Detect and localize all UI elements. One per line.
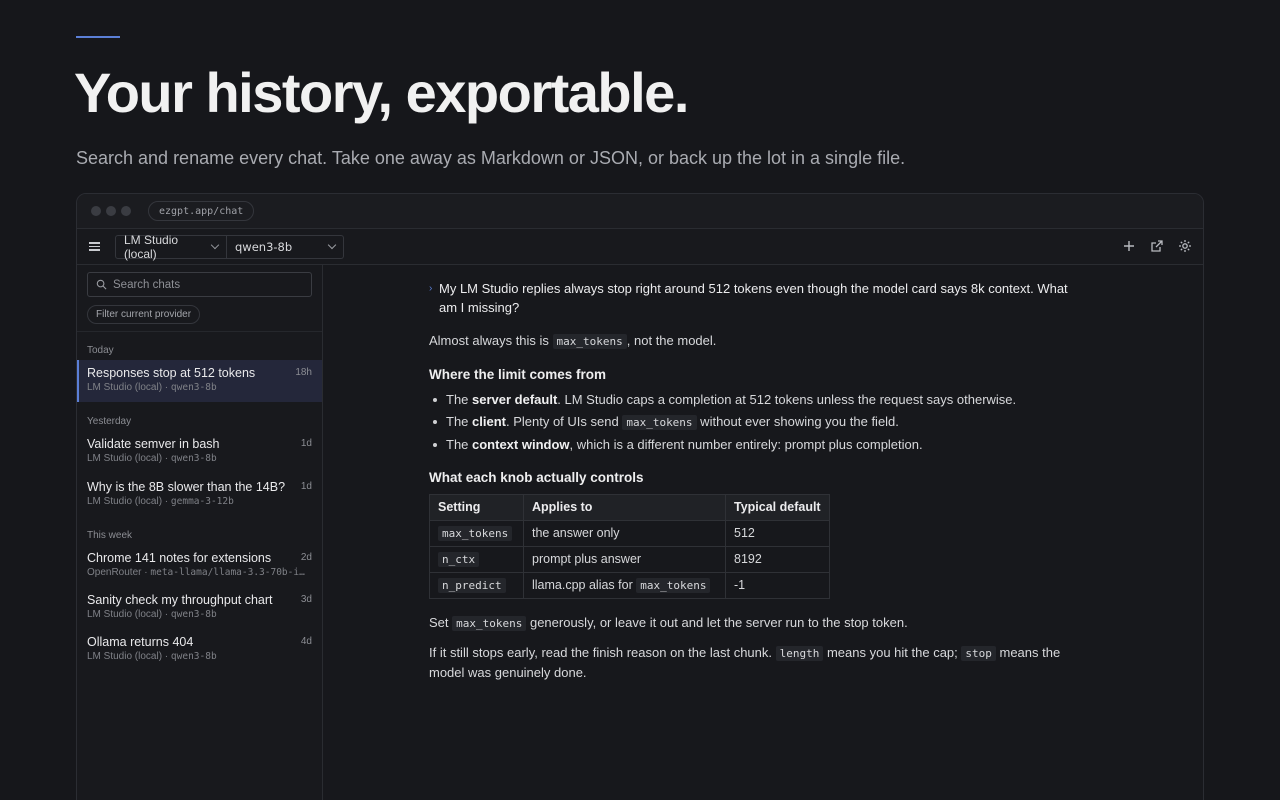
window-dot-close[interactable] — [91, 206, 101, 216]
chat-age: 1d — [300, 481, 312, 492]
plus-icon[interactable] — [1121, 238, 1137, 254]
gear-icon[interactable] — [1177, 238, 1193, 254]
chat-title: Validate semver in bash — [87, 437, 220, 451]
external-link-icon[interactable] — [1149, 238, 1165, 254]
table-cell: n_ctx — [429, 546, 524, 573]
chat-title: Responses stop at 512 tokens — [87, 366, 256, 380]
table-cell: prompt plus answer — [523, 546, 726, 573]
search-input[interactable] — [113, 278, 303, 291]
chat-age: 2d — [300, 552, 312, 563]
table-row: max_tokens the answer only 512 — [429, 520, 830, 547]
filter-provider-chip[interactable]: Filter current provider — [87, 305, 201, 324]
group-label-this-week: This week — [87, 530, 133, 541]
answer-intro: Almost always this is max_tokens, not th… — [429, 333, 717, 349]
conversation-pane: › My LM Studio replies always stop right… — [323, 265, 1203, 800]
chat-age: 4d — [300, 636, 312, 647]
chat-age: 1d — [300, 438, 312, 449]
answer-heading-1: Where the limit comes from — [429, 367, 607, 382]
table-cell: n_predict — [429, 572, 524, 599]
chat-item[interactable]: Responses stop at 512 tokens LM Studio (… — [77, 360, 322, 402]
table-row: n_ctx prompt plus answer 8192 — [429, 546, 830, 573]
address-bar[interactable]: ezgpt.app/chat — [148, 201, 255, 221]
table-header-row: Setting Applies to Typical default — [429, 494, 830, 521]
chat-age: 18h — [295, 367, 312, 378]
chat-sidebar: Filter current provider Today Responses … — [77, 265, 323, 800]
chat-title: Why is the 8B slower than the 14B? — [87, 480, 286, 494]
app-window: ezgpt.app/chat LM Studio (local) qwen3-8… — [76, 193, 1204, 800]
message-caret-icon: › — [429, 283, 433, 294]
sidebar-divider — [77, 331, 322, 332]
table-row: n_predict llama.cpp alias for max_tokens… — [429, 572, 830, 599]
chat-meta: OpenRouter · meta-llama/llama-3.3-70b-i… — [87, 567, 305, 578]
page-subtitle: Search and rename every chat. Take one a… — [76, 148, 906, 168]
chat-item[interactable]: Why is the 8B slower than the 14B? LM St… — [77, 474, 322, 516]
answer-paragraph-3: If it still stops early, read the finish… — [429, 645, 1061, 680]
chevron-down-icon — [327, 240, 337, 250]
table-cell: 512 — [725, 520, 830, 547]
app-toolbar: LM Studio (local) qwen3-8b — [77, 229, 1203, 265]
search-box[interactable] — [87, 272, 312, 297]
conversation-content: › My LM Studio replies always stop right… — [429, 279, 1089, 682]
limit-sources-list: The server default. LM Studio caps a com… — [429, 390, 1089, 454]
chevron-down-icon — [210, 240, 220, 250]
list-item: The context window, which is a different… — [429, 435, 1089, 454]
menu-icon[interactable] — [89, 239, 105, 255]
chat-meta: LM Studio (local) · qwen3-8b — [87, 609, 217, 620]
list-item: The server default. LM Studio caps a com… — [429, 390, 1089, 409]
chat-item[interactable]: Ollama returns 404 LM Studio (local) · q… — [77, 629, 322, 671]
table-header: Applies to — [523, 494, 726, 521]
chat-meta: LM Studio (local) · qwen3-8b — [87, 651, 217, 662]
model-select-value: qwen3-8b — [235, 239, 293, 254]
user-message: › My LM Studio replies always stop right… — [429, 281, 1068, 315]
group-label-yesterday: Yesterday — [87, 416, 132, 427]
model-select[interactable]: qwen3-8b — [227, 234, 344, 259]
table-cell: llama.cpp alias for max_tokens — [523, 572, 726, 599]
answer-heading-2: What each knob actually controls — [429, 470, 644, 485]
page-title: Your history, exportable. — [74, 61, 689, 124]
chat-title: Chrome 141 notes for extensions — [87, 551, 272, 565]
table-header: Typical default — [725, 494, 830, 521]
browser-titlebar: ezgpt.app/chat — [77, 194, 1203, 229]
table-header: Setting — [429, 494, 524, 521]
accent-line — [76, 36, 120, 38]
knobs-table: Setting Applies to Typical default max_t… — [429, 494, 830, 599]
chat-item[interactable]: Validate semver in bash LM Studio (local… — [77, 431, 322, 473]
list-item: The client. Plenty of UIs send max_token… — [429, 412, 1089, 432]
chat-item[interactable]: Chrome 141 notes for extensions OpenRout… — [77, 545, 322, 587]
chat-meta: LM Studio (local) · qwen3-8b — [87, 453, 217, 464]
group-label-today: Today — [87, 345, 114, 356]
chat-age: 3d — [300, 594, 312, 605]
chat-item[interactable]: Sanity check my throughput chart LM Stud… — [77, 587, 322, 629]
window-dot-minimize[interactable] — [106, 206, 116, 216]
table-cell: max_tokens — [429, 520, 524, 547]
provider-select-value: LM Studio (local) — [124, 232, 179, 261]
table-cell: the answer only — [523, 520, 726, 547]
search-icon — [96, 279, 107, 290]
chat-meta: LM Studio (local) · qwen3-8b — [87, 382, 217, 393]
chat-title: Ollama returns 404 — [87, 635, 194, 649]
chat-meta: LM Studio (local) · gemma-3-12b — [87, 496, 234, 507]
chat-title: Sanity check my throughput chart — [87, 593, 273, 607]
table-cell: -1 — [725, 572, 830, 599]
provider-select[interactable]: LM Studio (local) — [115, 232, 227, 261]
answer-paragraph-2: Set max_tokens generously, or leave it o… — [429, 615, 908, 631]
window-dot-maximize[interactable] — [121, 206, 131, 216]
table-cell: 8192 — [725, 546, 830, 573]
